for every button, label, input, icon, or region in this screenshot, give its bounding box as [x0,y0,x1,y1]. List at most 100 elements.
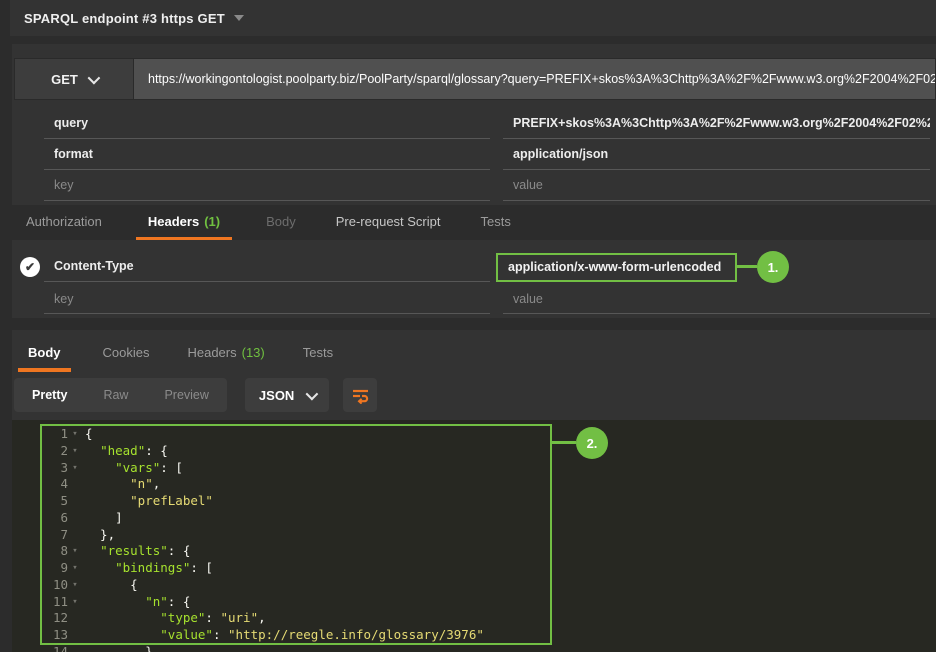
response-panel: Body Cookies Headers (13) Tests PrettyRawPre… [12,330,936,652]
code-text: "value": "http://reegle.info/glossary/39… [85,627,484,644]
request-title: SPARQL endpoint #3 https GET [24,11,225,26]
header-value-input[interactable]: application/x-www-form-urlencoded [496,253,737,282]
code-text: } [85,644,153,652]
annotation-2-connector [550,441,576,444]
fold-toggle-icon[interactable]: ▾ [68,594,82,611]
line-number: 10 [42,577,68,594]
response-tab-body[interactable]: Body [18,336,71,372]
line-number: 5 [42,493,68,510]
line-number: 11 [42,594,68,611]
fold-spacer [68,644,82,652]
code-text: { [85,426,93,443]
method-label: GET [51,72,78,87]
fold-toggle-icon[interactable]: ▾ [68,543,82,560]
response-tab-headers[interactable]: Headers (13) [181,336,270,372]
response-tabs: Body Cookies Headers (13) Tests [12,336,936,372]
fold-spacer [68,510,82,527]
fold-toggle-icon[interactable]: ▾ [68,443,82,460]
code-text: ] [85,510,123,527]
line-number: 4 [42,476,68,493]
code-line: 8▾ "results": { [42,543,936,560]
line-number: 2 [42,443,68,460]
method-dropdown[interactable]: GET [14,58,134,100]
annotation-2-badge: 2. [576,427,608,459]
view-mode-raw[interactable]: Raw [85,378,146,412]
param-row: format application/json [12,139,936,170]
param-key-input[interactable]: key [44,170,490,201]
request-tab-body[interactable]: Body [260,205,302,240]
request-tab-tests[interactable]: Tests [475,205,517,240]
code-text: "head": { [85,443,168,460]
header-key-input[interactable]: Content-Type [44,252,490,282]
tab-label: Pre-request Script [336,214,441,229]
line-number: 7 [42,527,68,544]
tab-label: Tests [303,345,333,360]
request-tab-authorization[interactable]: Authorization [20,205,108,240]
new-header-value-input[interactable]: value [503,285,930,314]
code-line: 12 "type": "uri", [42,610,936,627]
code-line: 2▾ "head": { [42,443,936,460]
chevron-down-icon [87,71,100,84]
tab-label: Tests [481,214,511,229]
code-line: 3▾ "vars": [ [42,460,936,477]
line-number: 14 [42,644,68,652]
response-tab-tests[interactable]: Tests [297,336,339,372]
header-enabled-checkbox[interactable]: ✔ [20,257,40,277]
line-number: 6 [42,510,68,527]
code-text: "prefLabel" [85,493,213,510]
code-text: "results": { [85,543,190,560]
code-line: 1▾{ [42,426,936,443]
param-key-input[interactable]: format [44,139,490,170]
request-tab-pre-request-script[interactable]: Pre-request Script [330,205,447,240]
annotation-1-badge: 1. [757,251,789,283]
param-placeholder-row: key value [12,170,936,201]
tab-label: Headers [148,214,199,229]
format-select[interactable]: JSON [245,378,329,412]
url-input[interactable]: https://workingontologist.poolparty.biz/… [134,58,936,100]
request-tab-headers[interactable]: Headers(1) [136,205,232,240]
param-key-input[interactable]: query [44,108,490,139]
fold-spacer [68,627,82,644]
tab-label: Headers [187,345,236,360]
fold-spacer [68,476,82,493]
code-line: 6 ] [42,510,936,527]
code-text: "n": { [85,594,190,611]
tab-label: Cookies [103,345,150,360]
title-dropdown-icon[interactable] [234,15,244,21]
view-mode-group: PrettyRawPreview [14,378,227,412]
fold-toggle-icon[interactable]: ▾ [68,577,82,594]
code-line: 10▾ { [42,577,936,594]
code-text: "bindings": [ [85,560,213,577]
code-line: 11▾ "n": { [42,594,936,611]
view-mode-pretty[interactable]: Pretty [14,378,85,412]
tab-label: Body [28,345,61,360]
line-number: 12 [42,610,68,627]
tab-label: Authorization [26,214,102,229]
response-toolbar: PrettyRawPreview JSON [14,378,377,412]
wrap-lines-button[interactable] [343,378,377,412]
param-row: query PREFIX+skos%3A%3Chttp%3A%2F%2Fwww.w… [12,108,936,139]
param-value-input[interactable]: value [503,170,930,201]
fold-spacer [68,493,82,510]
code-text: "type": "uri", [85,610,266,627]
code-line: 13 "value": "http://reegle.info/glossary… [42,627,936,644]
param-value-input[interactable]: application/json [503,139,930,170]
fold-toggle-icon[interactable]: ▾ [68,426,82,443]
code-line: 9▾ "bindings": [ [42,560,936,577]
code-line: 7 }, [42,527,936,544]
view-mode-preview[interactable]: Preview [146,378,226,412]
response-tab-cookies[interactable]: Cookies [97,336,156,372]
new-header-key-input[interactable]: key [44,285,490,314]
fold-toggle-icon[interactable]: ▾ [68,460,82,477]
code-line: 5 "prefLabel" [42,493,936,510]
code-text: }, [85,527,115,544]
tab-count-badge: (13) [242,345,265,360]
line-number: 3 [42,460,68,477]
fold-toggle-icon[interactable]: ▾ [68,560,82,577]
request-title-bar: SPARQL endpoint #3 https GET [10,0,936,36]
code-line: 4 "n", [42,476,936,493]
param-value-input[interactable]: PREFIX+skos%3A%3Chttp%3A%2F%2Fwww.w3.org… [503,108,930,139]
param-rows: query PREFIX+skos%3A%3Chttp%3A%2F%2Fwww.w… [12,108,936,170]
word-wrap-icon [351,387,370,404]
check-icon: ✔ [25,261,35,273]
